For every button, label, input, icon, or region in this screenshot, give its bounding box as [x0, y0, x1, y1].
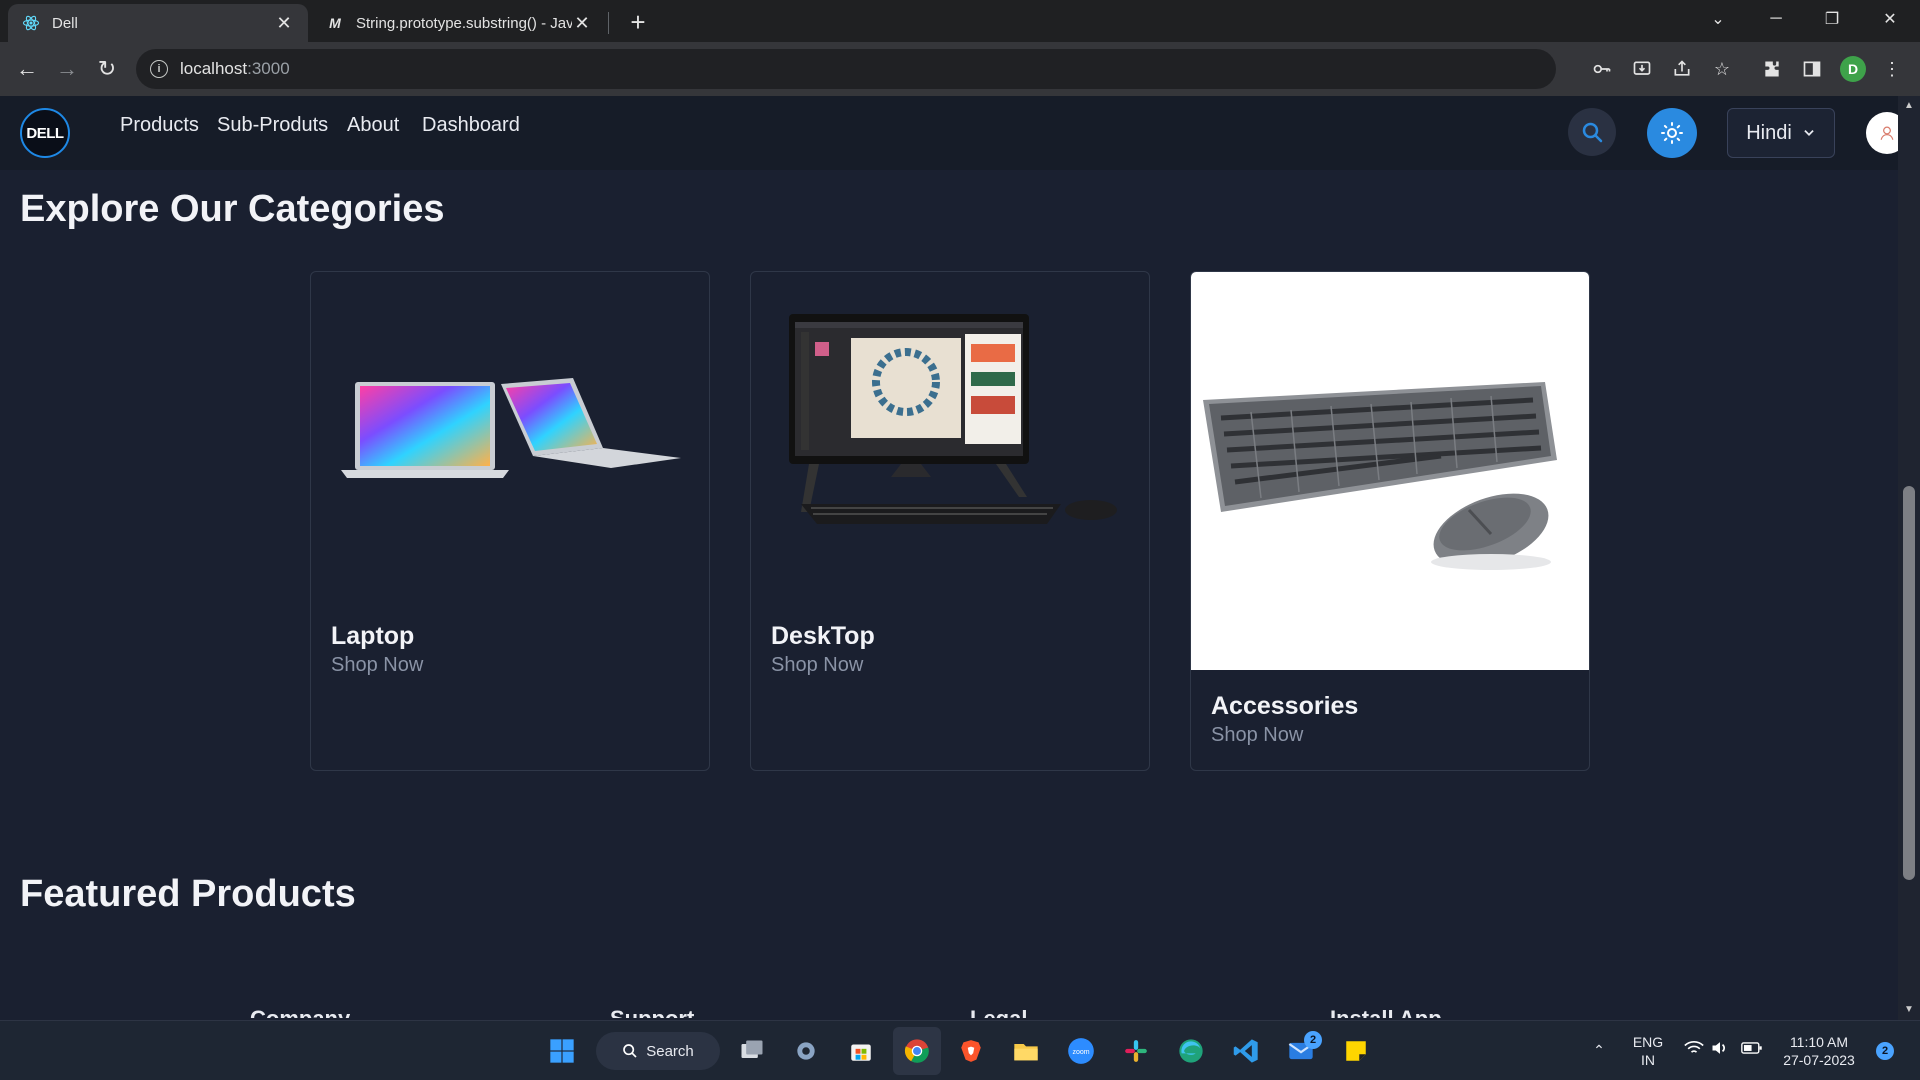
tray-overflow-chevron-icon[interactable]: ⌃	[1584, 1041, 1614, 1059]
bookmark-star-icon[interactable]: ☆	[1708, 55, 1736, 83]
chevron-down-icon	[1804, 130, 1814, 136]
nav-link-products[interactable]: Products	[120, 114, 199, 137]
site-navbar: DELL Products Sub-Produts About Dashboar…	[0, 96, 1898, 170]
category-name: Accessories	[1211, 692, 1359, 720]
scroll-thumb[interactable]	[1903, 486, 1915, 880]
tab-search-icon[interactable]: ⌄	[1690, 0, 1746, 38]
volume-icon[interactable]	[1708, 1039, 1732, 1061]
accessories-image	[1191, 272, 1589, 670]
dell-logo[interactable]: DELL	[20, 108, 70, 158]
language-value: Hindi	[1746, 121, 1792, 144]
desktop-image	[751, 272, 1149, 572]
share-icon[interactable]	[1668, 55, 1696, 83]
category-name: DeskTop	[771, 622, 875, 650]
tab-dell[interactable]: Dell ✕	[8, 4, 308, 42]
tab-separator	[608, 12, 609, 34]
tab-mdn[interactable]: M String.prototype.substring() - JavaScr…	[312, 4, 606, 42]
shop-now-link[interactable]: Shop Now	[771, 654, 863, 677]
footer-heading-company: Company	[250, 1008, 350, 1018]
svg-text:zoom: zoom	[1072, 1049, 1089, 1056]
scroll-down-arrow-icon[interactable]: ▼	[1904, 1004, 1914, 1015]
edge-icon[interactable]	[1173, 1033, 1209, 1069]
profile-avatar[interactable]: D	[1840, 56, 1866, 82]
close-tab-icon[interactable]: ✕	[572, 13, 592, 33]
microsoft-store-icon[interactable]	[843, 1033, 879, 1069]
install-icon[interactable]	[1628, 55, 1656, 83]
url-text: localhost:3000	[180, 59, 290, 78]
tab-title: String.prototype.substring() - JavaScrip…	[356, 14, 572, 32]
minimize-icon[interactable]: ─	[1748, 0, 1804, 38]
page-scrollbar[interactable]: ▲ ▼	[1898, 96, 1920, 1020]
sun-icon	[1661, 122, 1683, 144]
search-icon	[623, 1044, 637, 1058]
mail-badge: 2	[1304, 1031, 1322, 1049]
side-panel-icon[interactable]	[1798, 55, 1826, 83]
windows-start-icon[interactable]	[544, 1033, 580, 1069]
slack-icon[interactable]	[1118, 1033, 1154, 1069]
theme-toggle-button[interactable]	[1647, 108, 1697, 158]
task-view-icon[interactable]	[734, 1033, 770, 1069]
shop-now-link[interactable]: Shop Now	[1211, 724, 1303, 747]
menu-kebab-icon[interactable]: ⋮	[1878, 55, 1906, 83]
tab-title: Dell	[52, 14, 78, 32]
category-name: Laptop	[331, 622, 415, 650]
vscode-icon[interactable]	[1228, 1033, 1264, 1069]
nav-link-dashboard[interactable]: Dashboard	[422, 114, 520, 137]
search-icon	[1582, 122, 1603, 143]
restore-icon[interactable]: ❐	[1804, 0, 1860, 38]
clock[interactable]: 11:10 AM 27-07-2023	[1774, 1033, 1864, 1069]
reload-icon[interactable]: ↻	[90, 52, 124, 86]
back-icon[interactable]: ←	[10, 52, 44, 86]
key-icon[interactable]	[1588, 55, 1616, 83]
scroll-up-arrow-icon[interactable]: ▲	[1904, 100, 1914, 111]
taskbar-search-label: Search	[646, 1042, 694, 1060]
laptop-image	[311, 272, 709, 572]
mdn-icon: M	[329, 15, 341, 31]
zoom-icon[interactable]: zoom	[1063, 1033, 1099, 1069]
brave-icon[interactable]	[953, 1033, 989, 1069]
shop-now-link[interactable]: Shop Now	[331, 654, 423, 677]
file-explorer-icon[interactable]	[1008, 1033, 1044, 1069]
categories-title: Explore Our Categories	[20, 188, 445, 230]
nav-link-about[interactable]: About	[347, 114, 399, 137]
settings-gear-icon[interactable]	[788, 1033, 824, 1069]
page-viewport: DELL Products Sub-Produts About Dashboar…	[0, 96, 1898, 1020]
taskbar-search-button[interactable]: Search	[596, 1032, 720, 1070]
input-language[interactable]: ENG IN	[1628, 1033, 1668, 1069]
notification-badge[interactable]: 2	[1876, 1042, 1894, 1060]
battery-icon[interactable]	[1738, 1040, 1766, 1060]
footer-heading-support: Support	[610, 1008, 694, 1018]
category-card-laptop[interactable]: Laptop Shop Now	[310, 271, 710, 771]
wifi-icon[interactable]	[1682, 1039, 1706, 1061]
windows-taskbar: Search zoom 2 ⌃ ENG IN 11:10 AM 27-07-20…	[0, 1020, 1920, 1080]
category-card-accessories[interactable]: Accessories Shop Now	[1190, 271, 1590, 771]
extensions-icon[interactable]	[1758, 55, 1786, 83]
address-bar[interactable]: i localhost:3000	[136, 49, 1556, 89]
forward-icon[interactable]: →	[50, 52, 84, 86]
language-select[interactable]: Hindi	[1727, 108, 1835, 158]
search-button[interactable]	[1568, 108, 1616, 156]
browser-toolbar: ← → ↻ i localhost:3000 ☆ ⋮	[0, 42, 1920, 96]
footer-heading-legal: Legal	[970, 1008, 1027, 1018]
close-window-icon[interactable]: ✕	[1862, 0, 1918, 38]
chrome-taskbar-icon[interactable]	[893, 1027, 941, 1075]
footer-heading-install-app: Install App	[1330, 1008, 1442, 1018]
new-tab-icon[interactable]: +	[622, 6, 654, 38]
category-card-desktop[interactable]: DeskTop Shop Now	[750, 271, 1150, 771]
browser-tab-bar: Dell ✕ M String.prototype.substring() - …	[0, 0, 1920, 42]
site-info-icon[interactable]: i	[150, 60, 168, 78]
nav-link-sub-products[interactable]: Sub-Produts	[217, 114, 328, 137]
react-icon	[22, 14, 40, 32]
user-avatar[interactable]	[1866, 112, 1898, 154]
featured-products-title: Featured Products	[20, 873, 356, 915]
close-tab-icon[interactable]: ✕	[274, 13, 294, 33]
sticky-notes-icon[interactable]	[1338, 1033, 1374, 1069]
